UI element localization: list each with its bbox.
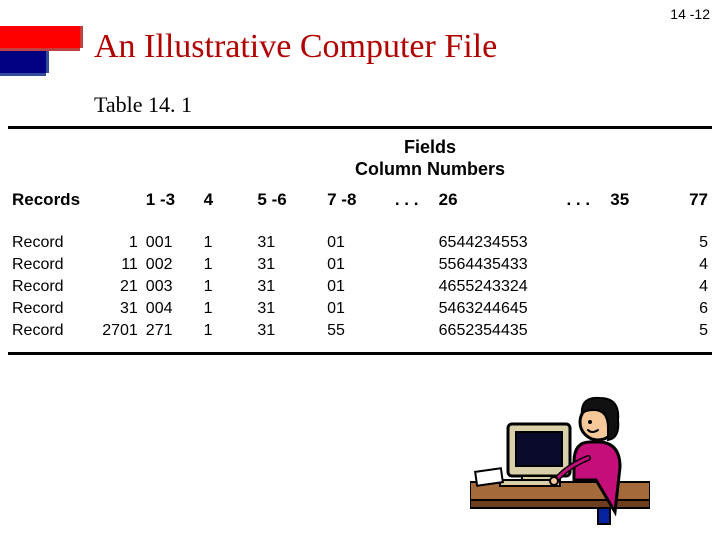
row-recno: 1 xyxy=(86,232,142,254)
page-number: 14 -12 xyxy=(670,6,710,22)
col-35: 35 xyxy=(606,184,664,218)
row-label: Record xyxy=(8,320,86,342)
cell: 6544234553 xyxy=(435,232,563,254)
table-row: Record 31 004 1 31 01 5463244645 6 xyxy=(8,298,712,320)
data-table: Records 1 -3 4 5 -6 7 -8 . . . 26 . . . … xyxy=(8,184,712,342)
cell: 001 xyxy=(142,232,200,254)
row-recno: 21 xyxy=(86,276,142,298)
cell: 002 xyxy=(142,254,200,276)
cell: 31 xyxy=(253,254,323,276)
row-label: Record xyxy=(8,232,86,254)
cell: 1 xyxy=(200,254,254,276)
cell: 6 xyxy=(664,298,712,320)
header-row: Records 1 -3 4 5 -6 7 -8 . . . 26 . . . … xyxy=(8,184,712,218)
cell: 4 xyxy=(664,276,712,298)
col-4: 4 xyxy=(200,184,254,218)
col-5-6: 5 -6 xyxy=(253,184,323,218)
col-7-8: 7 -8 xyxy=(323,184,391,218)
cell: 5 xyxy=(664,320,712,342)
cell: 1 xyxy=(200,276,254,298)
cell: 1 xyxy=(200,298,254,320)
col-dots2: . . . xyxy=(562,184,606,218)
cell: 55 xyxy=(323,320,391,342)
cell: 31 xyxy=(253,298,323,320)
cell: 31 xyxy=(253,232,323,254)
cell: 1 xyxy=(200,232,254,254)
corner-decoration xyxy=(0,26,90,80)
cell: 5564435433 xyxy=(435,254,563,276)
cell: 1 xyxy=(200,320,254,342)
row-recno: 31 xyxy=(86,298,142,320)
table-row: Record 1 001 1 31 01 6544234553 5 xyxy=(8,232,712,254)
table-caption: Table 14. 1 xyxy=(94,92,192,118)
rule-bottom xyxy=(8,352,712,355)
fields-heading-line2: Column Numbers xyxy=(355,159,505,179)
fields-heading-line1: Fields xyxy=(404,137,456,157)
table-row: Record 21 003 1 31 01 4655243324 4 xyxy=(8,276,712,298)
table-area: Fields Column Numbers Records 1 -3 4 5 -… xyxy=(8,126,712,355)
page-title: An Illustrative Computer File xyxy=(94,28,497,66)
cell: 003 xyxy=(142,276,200,298)
cell: 5 xyxy=(664,232,712,254)
col-dots1: . . . xyxy=(391,184,435,218)
table-row: Record 11 002 1 31 01 5564435433 4 xyxy=(8,254,712,276)
row-label: Record xyxy=(8,254,86,276)
cell: 01 xyxy=(323,232,391,254)
cell: 01 xyxy=(323,276,391,298)
computer-user-clipart-icon xyxy=(470,362,650,527)
cell: 31 xyxy=(253,320,323,342)
row-recno: 11 xyxy=(86,254,142,276)
cell: 6652354435 xyxy=(435,320,563,342)
cell: 4 xyxy=(664,254,712,276)
row-recno: 2701 xyxy=(86,320,142,342)
cell: 01 xyxy=(323,254,391,276)
cell: 4655243324 xyxy=(435,276,563,298)
col-26: 26 xyxy=(435,184,563,218)
table-row: Record 2701 271 1 31 55 6652354435 5 xyxy=(8,320,712,342)
col-77: 77 xyxy=(664,184,712,218)
fields-heading: Fields Column Numbers xyxy=(8,129,712,184)
cell: 271 xyxy=(142,320,200,342)
records-heading: Records xyxy=(8,184,142,218)
cell: 01 xyxy=(323,298,391,320)
cell: 31 xyxy=(253,276,323,298)
col-1-3: 1 -3 xyxy=(142,184,200,218)
row-label: Record xyxy=(8,276,86,298)
row-label: Record xyxy=(8,298,86,320)
cell: 5463244645 xyxy=(435,298,563,320)
cell: 004 xyxy=(142,298,200,320)
